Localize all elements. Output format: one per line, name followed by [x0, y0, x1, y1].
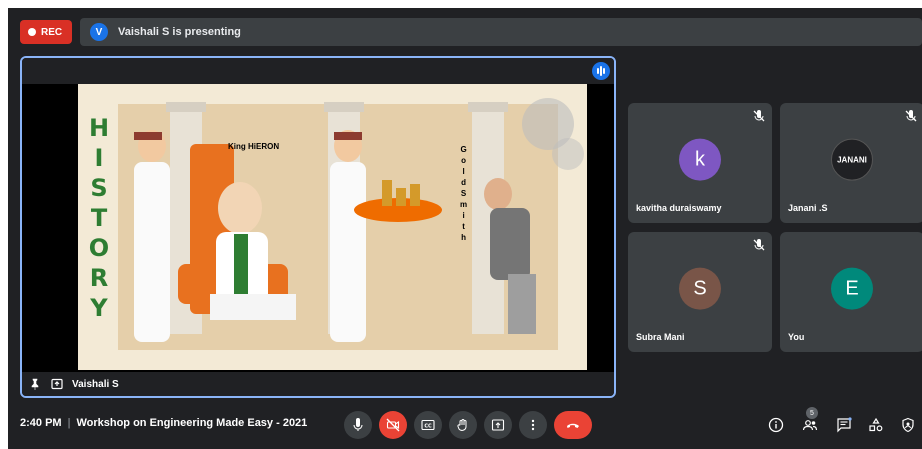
hangup-icon [567, 423, 579, 428]
participant-tile-self[interactable]: E You [780, 232, 922, 352]
goldsmith-letter: l [462, 167, 465, 176]
tile-name-strip: Vaishali S [22, 372, 614, 396]
pin-icon[interactable] [28, 377, 42, 391]
chat-button[interactable] [834, 415, 854, 435]
title-letter: H [88, 114, 110, 142]
participant-avatar: k [679, 138, 721, 181]
goldsmith-letter: t [462, 222, 465, 231]
presenting-banner: V Vaishali S is presenting [80, 18, 922, 46]
presentation-tile[interactable]: H I S T O R Y King HiERON G o l d S m i … [20, 56, 616, 398]
svg-text:CC: CC [424, 423, 432, 429]
history-title: H I S T O R Y [86, 114, 112, 322]
info-icon [768, 417, 784, 433]
participant-name: Subra Mani [636, 332, 685, 342]
host-controls-button[interactable] [898, 415, 918, 435]
tile-top-strip [22, 58, 614, 84]
camera-button[interactable] [379, 411, 407, 439]
participant-tile[interactable]: JANANI Janani .S [780, 103, 922, 223]
host-controls-icon [902, 417, 914, 433]
control-bar: 2:40 PM | Workshop on Engineering Made E… [8, 404, 922, 449]
raise-hand-button[interactable] [449, 411, 477, 439]
mic-off-icon [905, 110, 917, 122]
participant-tile[interactable]: S Subra Mani [628, 232, 772, 352]
mic-off-icon [753, 239, 765, 251]
meeting-separator: | [67, 417, 71, 429]
goldsmith-letter: G [460, 145, 467, 154]
participant-name: kavitha duraiswamy [636, 203, 722, 213]
captions-button[interactable]: CC [414, 411, 442, 439]
raise-hand-icon [457, 419, 467, 431]
meeting-details-button[interactable] [766, 415, 786, 435]
presenter-name: Vaishali S [72, 378, 119, 390]
shared-slide: H I S T O R Y King HiERON G o l d S m i … [78, 84, 587, 370]
participant-avatar: S [679, 267, 721, 310]
recording-label: REC [41, 26, 63, 38]
king-label: King HiERON [228, 142, 280, 151]
people-count-badge: 5 [806, 407, 818, 419]
presenter-avatar: V [90, 23, 108, 41]
mic-off-icon [753, 110, 765, 122]
meet-window: REC V Vaishali S is presenting H I S T O… [8, 8, 922, 449]
mic-icon [353, 418, 363, 431]
title-letter: T [90, 204, 108, 232]
mic-button[interactable] [344, 411, 372, 439]
meeting-info: 2:40 PM | Workshop on Engineering Made E… [20, 417, 307, 429]
title-letter: I [94, 144, 104, 172]
people-icon [802, 420, 818, 431]
participant-avatar: JANANI [831, 138, 873, 181]
present-button[interactable] [484, 411, 512, 439]
record-dot-icon [28, 28, 36, 36]
participant-name: Janani .S [788, 203, 828, 213]
participant-avatar: E [831, 267, 873, 310]
chat-icon [837, 417, 852, 433]
camera-off-icon [386, 418, 400, 432]
goldsmith-letter: d [461, 178, 466, 187]
goldsmith-letter: m [460, 200, 468, 209]
recording-indicator: REC [20, 20, 72, 44]
title-letter: Y [90, 294, 108, 322]
meeting-title: Workshop on Engineering Made Easy - 2021 [76, 417, 308, 429]
participant-tile[interactable]: k kavitha duraiswamy [628, 103, 772, 223]
goldsmith-letter: i [462, 211, 465, 220]
goldsmith-letter: h [461, 233, 466, 242]
participant-name: You [788, 332, 805, 342]
goldsmith-letter: S [460, 189, 467, 198]
title-letter: R [89, 264, 109, 292]
slide-illustration [78, 84, 587, 370]
goldsmith-label: G o l d S m i t h [460, 144, 467, 243]
present-icon [491, 419, 505, 431]
title-letter: S [90, 174, 108, 202]
more-icon [531, 419, 535, 431]
captions-icon: CC [421, 419, 435, 431]
title-letter: O [88, 234, 110, 262]
activities-icon [869, 417, 883, 432]
more-options-button[interactable] [519, 411, 547, 439]
leave-call-button[interactable] [554, 411, 592, 439]
speaking-indicator-icon [592, 62, 610, 80]
present-to-all-icon [50, 377, 64, 391]
goldsmith-letter: o [461, 156, 466, 165]
presenting-text: Vaishali S is presenting [118, 26, 241, 38]
meeting-time: 2:40 PM [20, 417, 62, 429]
activities-button[interactable] [866, 415, 886, 435]
